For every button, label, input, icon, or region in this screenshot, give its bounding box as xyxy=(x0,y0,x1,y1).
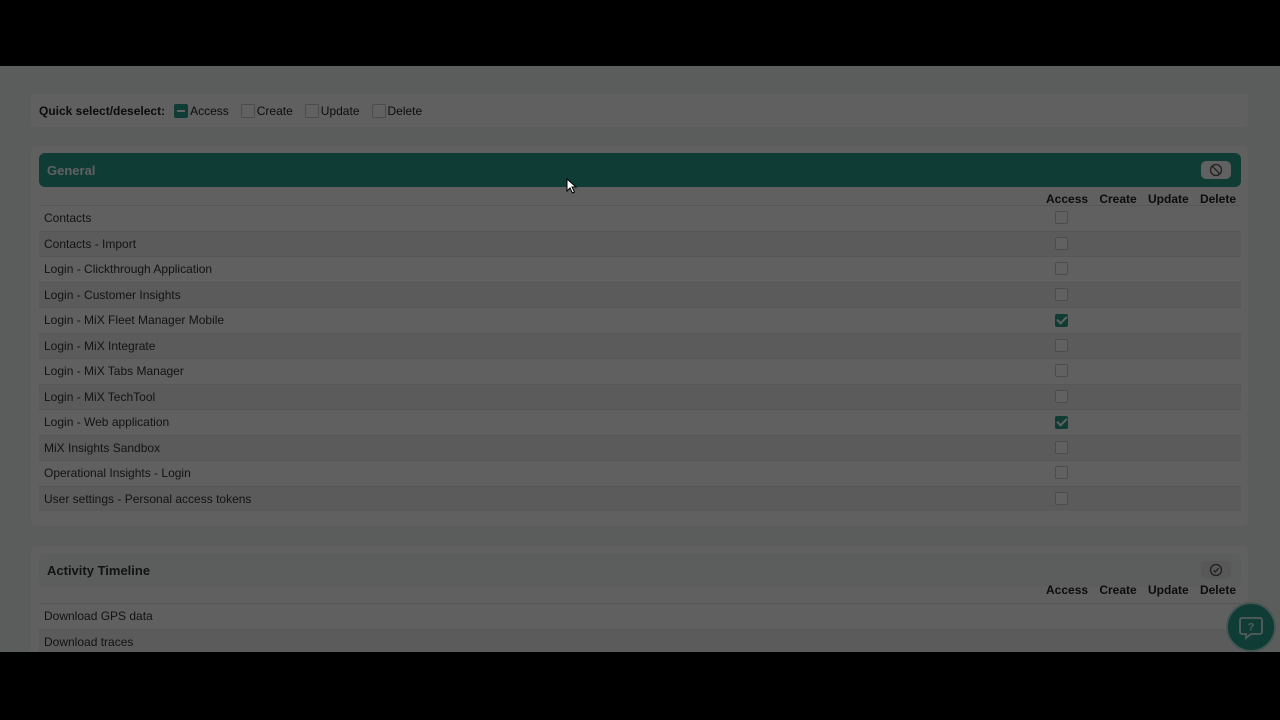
access-cell xyxy=(1055,364,1070,380)
quick-select-bar: Quick select/deselect: Access Create Upd… xyxy=(31,94,1248,127)
permission-label: Login - Web application xyxy=(44,415,170,430)
access-checkbox[interactable] xyxy=(1055,440,1068,454)
permission-label: Contacts - Import xyxy=(44,236,137,251)
letterbox-bottom xyxy=(0,652,1280,720)
check-circle-icon xyxy=(1209,563,1223,577)
permission-row: Login - MiX Fleet Manager Mobile xyxy=(39,307,1241,333)
help-chat-icon: ? xyxy=(1239,617,1263,640)
access-checkbox[interactable] xyxy=(1055,415,1068,429)
quick-select-create-checkbox[interactable] xyxy=(240,103,255,118)
column-create: Create xyxy=(1099,583,1137,597)
access-checkbox[interactable] xyxy=(1055,287,1068,301)
permission-row: Login - MiX TechTool xyxy=(39,383,1241,409)
access-cell xyxy=(1055,466,1070,482)
permission-label: MiX Insights Sandbox xyxy=(44,440,161,455)
permission-row: Login - Customer Insights xyxy=(39,281,1241,307)
permission-row: Download traces xyxy=(39,628,1241,652)
quick-select-update-checkbox[interactable] xyxy=(304,103,319,118)
permission-label: Login - MiX TechTool xyxy=(44,389,156,404)
activity-timeline-header[interactable]: Activity Timeline xyxy=(39,553,1241,587)
access-cell xyxy=(1055,287,1070,304)
access-cell xyxy=(1055,491,1070,508)
quick-select-create[interactable]: Create xyxy=(240,103,293,118)
permission-label: User settings - Personal access tokens xyxy=(44,491,252,506)
column-update: Update xyxy=(1148,583,1189,597)
column-delete: Delete xyxy=(1199,192,1236,206)
svg-text:?: ? xyxy=(1248,622,1255,634)
access-checkbox[interactable] xyxy=(1055,466,1068,479)
access-checkbox[interactable] xyxy=(1055,389,1068,403)
access-cell xyxy=(1055,211,1070,227)
permission-label: Download GPS data xyxy=(44,609,153,624)
permission-row: Download GPS data xyxy=(39,603,1241,629)
permission-label: Login - Clickthrough Application xyxy=(44,262,213,277)
permission-row: Operational Insights - Login xyxy=(39,460,1241,486)
general-section-header[interactable]: General xyxy=(39,153,1241,187)
column-access: Access xyxy=(1046,583,1089,597)
permission-row: Login - MiX Tabs Manager xyxy=(39,358,1241,384)
access-cell xyxy=(1055,440,1070,457)
permission-label: Login - Customer Insights xyxy=(44,287,181,302)
access-checkbox[interactable] xyxy=(1055,364,1068,377)
permission-row: MiX Insights Sandbox xyxy=(39,434,1241,460)
quick-select-delete-label: Delete xyxy=(387,103,423,118)
quick-select-access[interactable]: Access xyxy=(174,103,229,118)
general-section-title: General xyxy=(47,162,96,178)
general-permission-list: Contacts Contacts - Import Login - Clickth… xyxy=(39,205,1241,511)
access-checkbox[interactable] xyxy=(1055,262,1068,275)
quick-select-update-label: Update xyxy=(320,103,360,118)
quick-select-access-label: Access xyxy=(190,103,229,118)
column-access: Access xyxy=(1046,192,1089,206)
access-cell xyxy=(1055,415,1070,429)
column-delete: Delete xyxy=(1199,583,1236,597)
permission-label: Download traces xyxy=(44,634,134,649)
activity-timeline-section: Activity Timeline Access Create Update D… xyxy=(31,546,1248,652)
access-cell xyxy=(1055,338,1070,355)
access-checkbox[interactable] xyxy=(1055,338,1068,352)
quick-select-delete[interactable]: Delete xyxy=(371,103,423,118)
quick-select-create-label: Create xyxy=(256,103,293,118)
access-checkbox[interactable] xyxy=(1055,211,1068,224)
permission-row: Login - MiX Integrate xyxy=(39,332,1241,358)
permission-row: Contacts xyxy=(39,205,1241,231)
letterbox-top xyxy=(0,0,1280,66)
permission-label: Operational Insights - Login xyxy=(44,466,191,481)
permission-label: Login - MiX Integrate xyxy=(44,338,156,353)
general-toggle-button[interactable] xyxy=(1201,161,1231,179)
access-checkbox[interactable] xyxy=(1055,236,1068,250)
permission-row: Login - Web application xyxy=(39,409,1241,435)
permissions-page: Quick select/deselect: Access Create Upd… xyxy=(0,66,1280,652)
quick-select-update[interactable]: Update xyxy=(304,103,360,118)
access-cell xyxy=(1055,236,1070,253)
permission-row: User settings - Personal access tokens xyxy=(39,485,1241,511)
access-checkbox[interactable] xyxy=(1055,313,1068,327)
permission-row: Contacts - Import xyxy=(39,230,1241,256)
permission-label: Login - MiX Tabs Manager xyxy=(44,364,184,379)
activity-timeline-toggle-button[interactable] xyxy=(1201,561,1231,579)
activity-timeline-title: Activity Timeline xyxy=(47,562,151,578)
permission-label: Login - MiX Fleet Manager Mobile xyxy=(44,313,225,328)
access-cell xyxy=(1055,389,1070,406)
quick-select-access-checkbox[interactable] xyxy=(174,103,189,118)
access-cell xyxy=(1055,313,1070,327)
column-update: Update xyxy=(1148,192,1189,206)
activity-column-headers: Access Create Update Delete xyxy=(1046,583,1236,597)
access-cell xyxy=(1055,262,1070,278)
help-button[interactable]: ? xyxy=(1226,602,1276,652)
access-checkbox[interactable] xyxy=(1055,491,1068,505)
general-column-headers: Access Create Update Delete xyxy=(1046,192,1236,206)
quick-select-label: Quick select/deselect: xyxy=(39,103,166,118)
general-section: General Access Create Update Delete Cont… xyxy=(31,146,1248,526)
permission-row: Login - Clickthrough Application xyxy=(39,256,1241,282)
quick-select-delete-checkbox[interactable] xyxy=(371,103,386,118)
block-icon xyxy=(1209,163,1223,177)
activity-permission-list: Download GPS data Download traces xyxy=(39,603,1241,652)
permission-label: Contacts xyxy=(44,211,92,226)
mouse-cursor-icon xyxy=(566,178,578,194)
column-create: Create xyxy=(1099,192,1137,206)
